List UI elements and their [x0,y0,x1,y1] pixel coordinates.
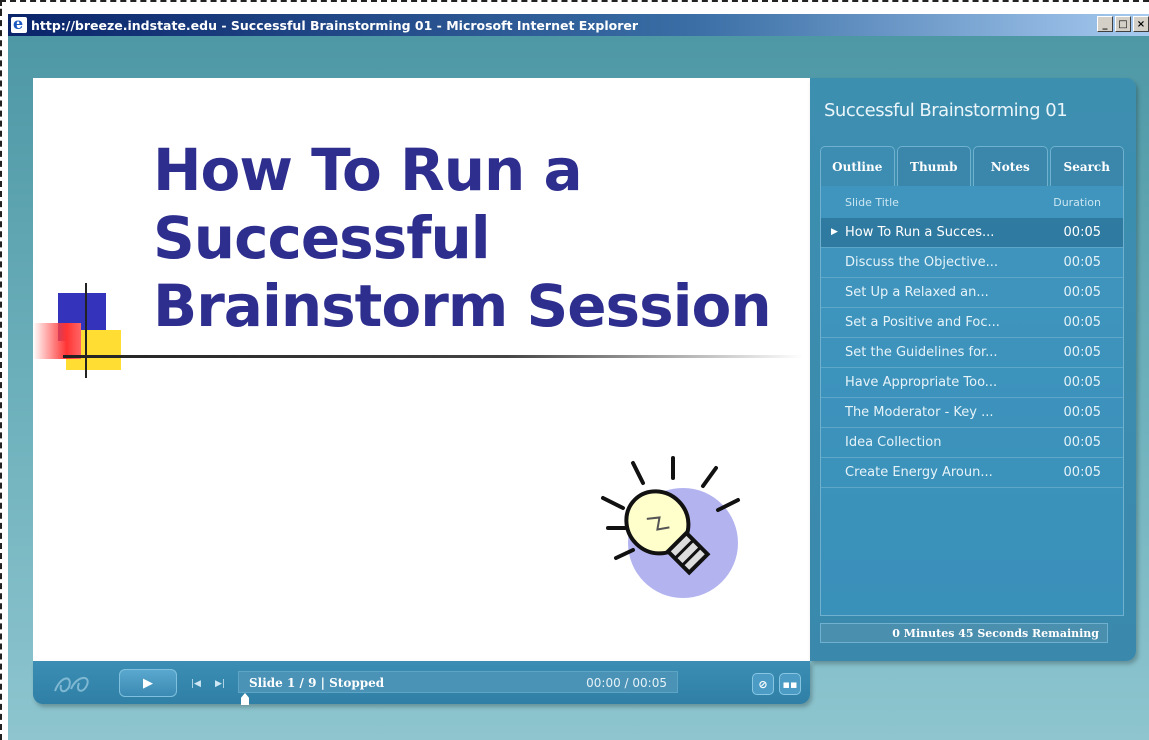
panel-tabs: Outline Thumb Notes Search [820,146,1124,186]
presentation-title: Successful Brainstorming 01 [824,100,1068,121]
column-duration: Duration [1053,196,1101,209]
slide-row-duration: 00:05 [1063,375,1101,390]
list-item[interactable]: Set the Guidelines for... 00:05 [821,338,1123,368]
presenter-info-button[interactable]: ▪▪ [779,673,801,695]
skip-back-icon: |◀ [191,679,201,689]
browser-viewport: How To Run a Successful Brainstorm Sessi… [8,36,1149,740]
decor-horizontal-line [63,355,803,358]
decor-vertical-line [85,283,87,378]
attachment-icon: ⊘ [758,677,768,691]
list-item[interactable]: Idea Collection 00:05 [821,428,1123,458]
breeze-logo-icon [54,677,89,693]
attachment-button[interactable]: ⊘ [752,673,774,695]
decor-red-square [33,323,81,359]
play-button[interactable]: ▶ [119,669,177,697]
play-icon: ▶ [143,675,153,691]
current-slide-arrow-icon: ▶ [831,227,838,237]
window-controls: _ □ × [1097,16,1149,32]
slide-row-duration: 00:05 [1063,315,1101,330]
slide-row-title: Have Appropriate Too... [845,375,998,390]
tab-thumb[interactable]: Thumb [896,146,971,186]
maximize-button[interactable]: □ [1115,16,1131,32]
outline-header: Slide Title Duration [821,186,1123,218]
progress-scrubber[interactable] [241,693,249,705]
slide-row-duration: 00:05 [1063,345,1101,360]
slide-row-title: Set the Guidelines for... [845,345,998,360]
slide-row-duration: 00:05 [1063,465,1101,480]
slide-row-title: Discuss the Objective... [845,255,998,270]
slide-title: How To Run a Successful Brainstorm Sessi… [153,136,772,340]
list-item[interactable]: Set a Positive and Foc... 00:05 [821,308,1123,338]
slide-row-duration: 00:05 [1063,285,1101,300]
slide-status: Slide 1 / 9 | Stopped [249,676,385,690]
list-item[interactable]: Set Up a Relaxed an... 00:05 [821,278,1123,308]
slide-row-duration: 00:05 [1063,405,1101,420]
slide-row-duration: 00:05 [1063,435,1101,450]
slide-row-title: How To Run a Succes... [845,225,995,240]
ie-icon [11,14,27,33]
window-titlebar[interactable]: http://breeze.indstate.edu - Successful … [8,14,1149,36]
skip-forward-icon: ▶| [215,679,225,689]
slide-row-duration: 00:05 [1063,225,1101,240]
skip-back-button[interactable]: |◀ [185,673,207,695]
slide-row-title: Create Energy Aroun... [845,465,993,480]
tab-search[interactable]: Search [1049,146,1124,186]
slide-row-title: The Moderator - Key ... [845,405,994,420]
playback-controls: ▶ |◀ ▶| Slide 1 / 9 | Stopped 00:00 / 00… [33,661,810,705]
slide-navigator-panel: Successful Brainstorming 01 Outline Thum… [810,78,1136,661]
close-button[interactable]: × [1133,16,1149,32]
playback-time: 00:00 / 00:05 [586,676,667,690]
list-item[interactable]: The Moderator - Key ... 00:05 [821,398,1123,428]
outline-list: Slide Title Duration ▶ How To Run a Succ… [820,186,1124,616]
screenshot-border-top [0,0,1149,14]
window-title: http://breeze.indstate.edu - Successful … [31,17,639,33]
tab-outline[interactable]: Outline [820,146,895,186]
skip-forward-button[interactable]: ▶| [209,673,231,695]
list-item[interactable]: Create Energy Aroun... 00:05 [821,458,1123,488]
minimize-button[interactable]: _ [1097,16,1113,32]
screenshot-border-left [0,0,8,740]
progress-bar[interactable]: Slide 1 / 9 | Stopped 00:00 / 00:05 [238,671,678,693]
slide-row-duration: 00:05 [1063,255,1101,270]
list-item[interactable]: Have Appropriate Too... 00:05 [821,368,1123,398]
time-remaining: 0 Minutes 45 Seconds Remaining [820,623,1108,643]
slide-row-title: Set a Positive and Foc... [845,315,1000,330]
tab-notes[interactable]: Notes [973,146,1048,186]
slide-canvas: How To Run a Successful Brainstorm Sessi… [33,78,810,661]
list-item[interactable]: ▶ How To Run a Succes... 00:05 [821,218,1123,248]
slide-row-title: Idea Collection [845,435,942,450]
slide-row-title: Set Up a Relaxed an... [845,285,989,300]
list-item[interactable]: Discuss the Objective... 00:05 [821,248,1123,278]
presenter-info-icon: ▪▪ [782,677,798,691]
lightbulb-icon [601,456,740,598]
column-slide-title: Slide Title [845,196,899,209]
